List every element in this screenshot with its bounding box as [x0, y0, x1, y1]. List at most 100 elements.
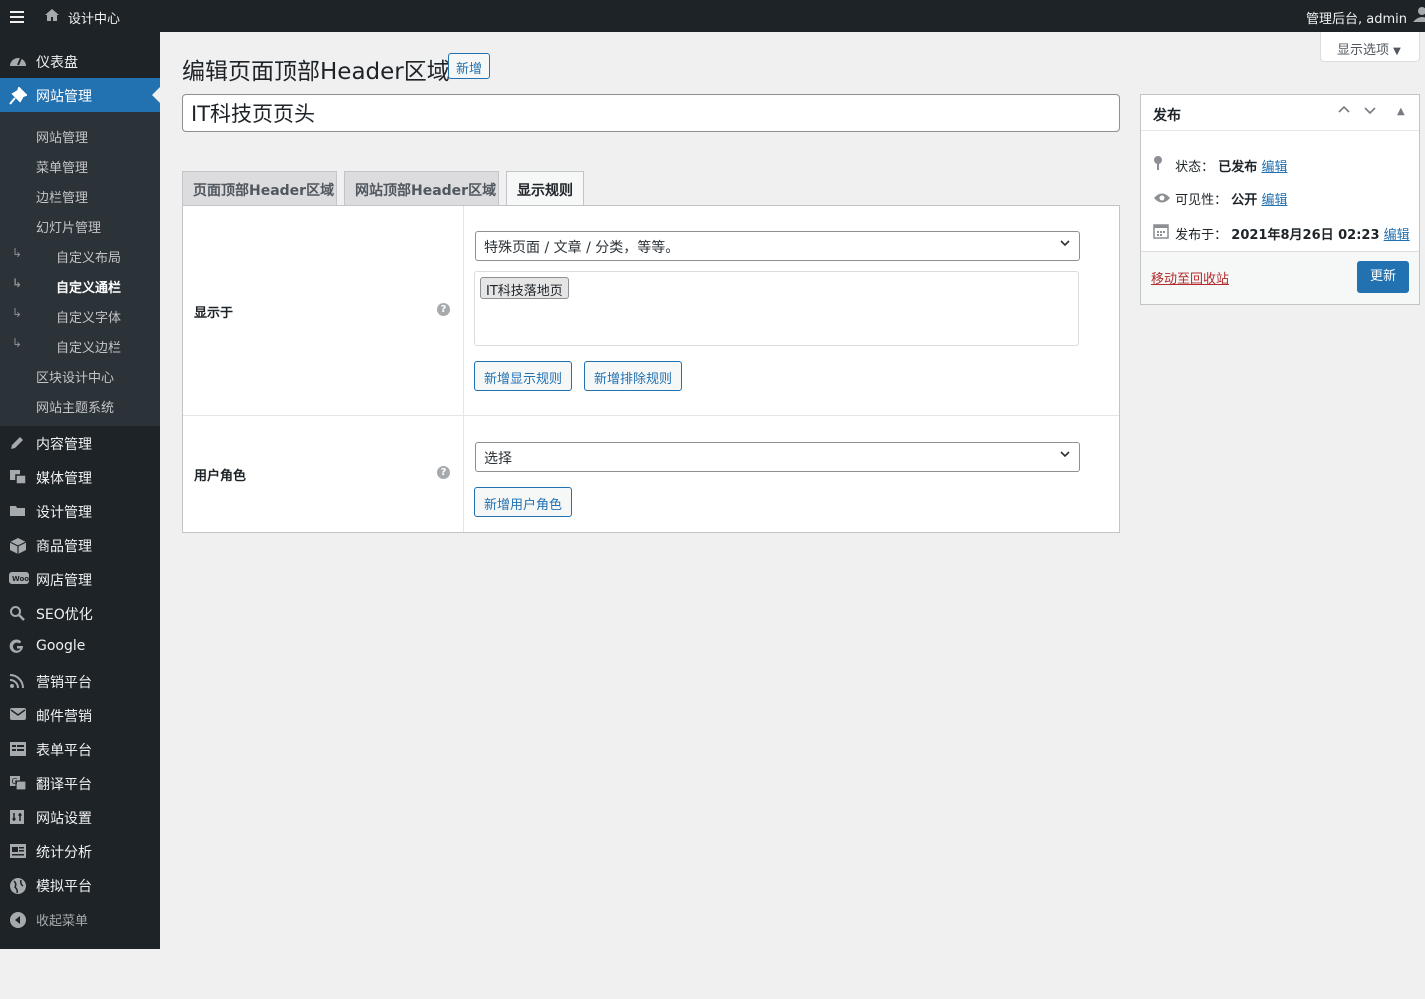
sidebar-item-marketing[interactable]: 营销平台 — [0, 664, 160, 698]
eye-icon — [1153, 192, 1171, 208]
display-location-select[interactable]: 特殊页面 / 文章 / 分类，等等。 — [475, 231, 1080, 261]
collapse-menu-button[interactable]: 收起菜单 — [0, 902, 160, 936]
subitem-arrow-icon: ↳ — [12, 246, 23, 260]
tab-page-header[interactable]: 页面顶部Header区域 — [182, 171, 337, 206]
sidebar-item-seo[interactable]: SEO优化 — [0, 596, 160, 630]
submenu-item-slides[interactable]: 幻灯片管理 — [0, 210, 160, 240]
display-on-label: 显示于 — [194, 306, 234, 321]
chevron-down-icon — [1059, 448, 1071, 464]
collapse-icon — [9, 911, 27, 928]
user-avatar-icon[interactable] — [1413, 6, 1425, 28]
toggle-panel-icon[interactable]: ▲ — [1397, 106, 1405, 117]
edit-visibility-link[interactable]: 编辑 — [1261, 193, 1287, 208]
subitem-arrow-icon: ↳ — [12, 336, 23, 350]
sidebar-item-content[interactable]: 内容管理 — [0, 426, 160, 460]
svg-text:G: G — [12, 777, 18, 786]
pin-icon — [1153, 155, 1171, 175]
submenu-item-sidebars[interactable]: 边栏管理 — [0, 180, 160, 210]
sidebar-item-media[interactable]: 媒体管理 — [0, 460, 160, 494]
subitem-arrow-icon: ↳ — [12, 306, 23, 320]
display-on-row: 显示于 ? 特殊页面 / 文章 / 分类，等等。 IT科技落地页 新增显示规则 … — [183, 206, 1119, 416]
submenu-item-theme-system[interactable]: 网站主题系统 — [0, 390, 160, 420]
display-rules-panel: 显示于 ? 特殊页面 / 文章 / 分类，等等。 IT科技落地页 新增显示规则 … — [182, 205, 1120, 533]
publish-title: 发布 — [1153, 108, 1181, 124]
submenu-item-custom-header[interactable]: ↳ 自定义通栏 — [0, 270, 160, 300]
published-date-row: 发布于： 2021年8月26日 02:23 编辑 — [1153, 223, 1410, 243]
translate-icon: G — [9, 775, 27, 791]
form-icon — [9, 741, 27, 757]
sidebar-item-dashboard[interactable]: 仪表盘 — [0, 44, 160, 78]
sidebar-item-design[interactable]: 设计管理 — [0, 494, 160, 528]
publish-box: 发布 ▲ 状态： 已发布 编辑 可见性： 公开 编辑 发布于： 2021年8月2… — [1140, 94, 1420, 305]
user-role-label: 用户角色 — [194, 469, 247, 484]
edit-status-link[interactable]: 编辑 — [1261, 160, 1287, 175]
search-icon — [9, 605, 27, 621]
sidebar-item-google[interactable]: Google — [0, 630, 160, 664]
submenu-site-management: 网站管理 菜单管理 边栏管理 幻灯片管理 ↳ 自定义布局 ↳ 自定义通栏 ↳ 自定义字… — [0, 112, 160, 426]
edit-icon — [9, 435, 27, 451]
add-new-button[interactable]: 新增 — [448, 53, 491, 79]
google-icon — [9, 639, 27, 655]
analytics-icon — [9, 843, 27, 859]
add-display-rule-button[interactable]: 新增显示规则 — [474, 361, 573, 391]
home-icon[interactable] — [44, 7, 60, 27]
update-button[interactable]: 更新 — [1357, 261, 1409, 293]
caret-down-icon: ▼ — [1393, 46, 1401, 57]
add-exclude-rule-button[interactable]: 新增排除规则 — [584, 361, 683, 391]
sidebar-item-translate[interactable]: G 翻译平台 — [0, 766, 160, 800]
sidebar-item-settings[interactable]: 网站设置 — [0, 800, 160, 834]
screen-options-button[interactable]: 显示选项 ▼ — [1320, 32, 1420, 62]
rss-icon — [9, 673, 27, 689]
admin-bar: 设计中心 管理后台, admin — [0, 0, 1425, 32]
sidebar-item-email[interactable]: 邮件营销 — [0, 698, 160, 732]
add-user-role-button[interactable]: 新增用户角色 — [474, 487, 573, 517]
move-to-trash-link[interactable]: 移动至回收站 — [1151, 268, 1229, 287]
status-row: 状态： 已发布 编辑 — [1153, 155, 1287, 175]
box-icon — [9, 537, 27, 554]
user-role-row: 用户角色 ? 选择 新增用户角色 — [183, 416, 1119, 532]
sidebar-item-shop[interactable]: Woo 网店管理 — [0, 562, 160, 596]
current-menu-arrow — [152, 87, 160, 103]
submenu-item-site-management[interactable]: 网站管理 — [0, 120, 160, 150]
globe-icon — [9, 877, 27, 894]
tab-site-header[interactable]: 网站顶部Header区域 — [344, 171, 499, 206]
selected-pages-box[interactable]: IT科技落地页 — [474, 271, 1079, 346]
svg-text:Woo: Woo — [12, 575, 29, 583]
mail-icon — [9, 707, 27, 723]
post-title-input[interactable] — [182, 94, 1120, 132]
publish-actions: 移动至回收站 更新 — [1141, 251, 1419, 304]
move-up-icon[interactable] — [1337, 103, 1351, 121]
subitem-arrow-icon: ↳ — [12, 276, 23, 290]
site-name-link[interactable]: 设计中心 — [68, 8, 120, 27]
sidebar-item-site-management[interactable]: 网站管理 — [0, 78, 160, 112]
submenu-item-custom-sidebar[interactable]: ↳ 自定义边栏 — [0, 330, 160, 360]
edit-date-link[interactable]: 编辑 — [1384, 228, 1410, 243]
user-role-select[interactable]: 选择 — [475, 442, 1080, 472]
dashboard-icon — [9, 53, 27, 69]
folder-icon — [9, 503, 27, 519]
account-menu[interactable]: 管理后台, admin — [1306, 8, 1407, 27]
move-down-icon[interactable] — [1363, 103, 1377, 121]
sidebar-item-analytics[interactable]: 统计分析 — [0, 834, 160, 868]
media-icon — [9, 469, 27, 485]
submenu-item-custom-layout[interactable]: ↳ 自定义布局 — [0, 240, 160, 270]
visibility-row: 可见性： 公开 编辑 — [1153, 189, 1287, 208]
sidebar-item-forms[interactable]: 表单平台 — [0, 732, 160, 766]
submenu-item-block-design[interactable]: 区块设计中心 — [0, 360, 160, 390]
sidebar-item-products[interactable]: 商品管理 — [0, 528, 160, 562]
selected-page-chip[interactable]: IT科技落地页 — [480, 277, 569, 299]
submenu-item-menus[interactable]: 菜单管理 — [0, 150, 160, 180]
tab-display-rules[interactable]: 显示规则 — [506, 171, 584, 207]
chevron-down-icon — [1059, 237, 1071, 253]
page-title: 编辑页面顶部Header区域 — [182, 59, 450, 85]
main-content: 显示选项 ▼ 编辑页面顶部Header区域 新增 页面顶部Header区域 网站… — [160, 32, 1425, 999]
pin-icon — [9, 86, 28, 105]
woo-icon: Woo — [9, 571, 29, 587]
help-icon[interactable]: ? — [437, 466, 450, 479]
settings-icon — [9, 809, 27, 825]
admin-sidebar: 仪表盘 网站管理 网站管理 菜单管理 边栏管理 幻灯片管理 ↳ 自定义布局 ↳ 自定… — [0, 32, 160, 949]
menu-toggle-icon[interactable] — [10, 8, 24, 24]
submenu-item-custom-fonts[interactable]: ↳ 自定义字体 — [0, 300, 160, 330]
help-icon[interactable]: ? — [437, 303, 450, 316]
sidebar-item-simulation[interactable]: 模拟平台 — [0, 868, 160, 902]
